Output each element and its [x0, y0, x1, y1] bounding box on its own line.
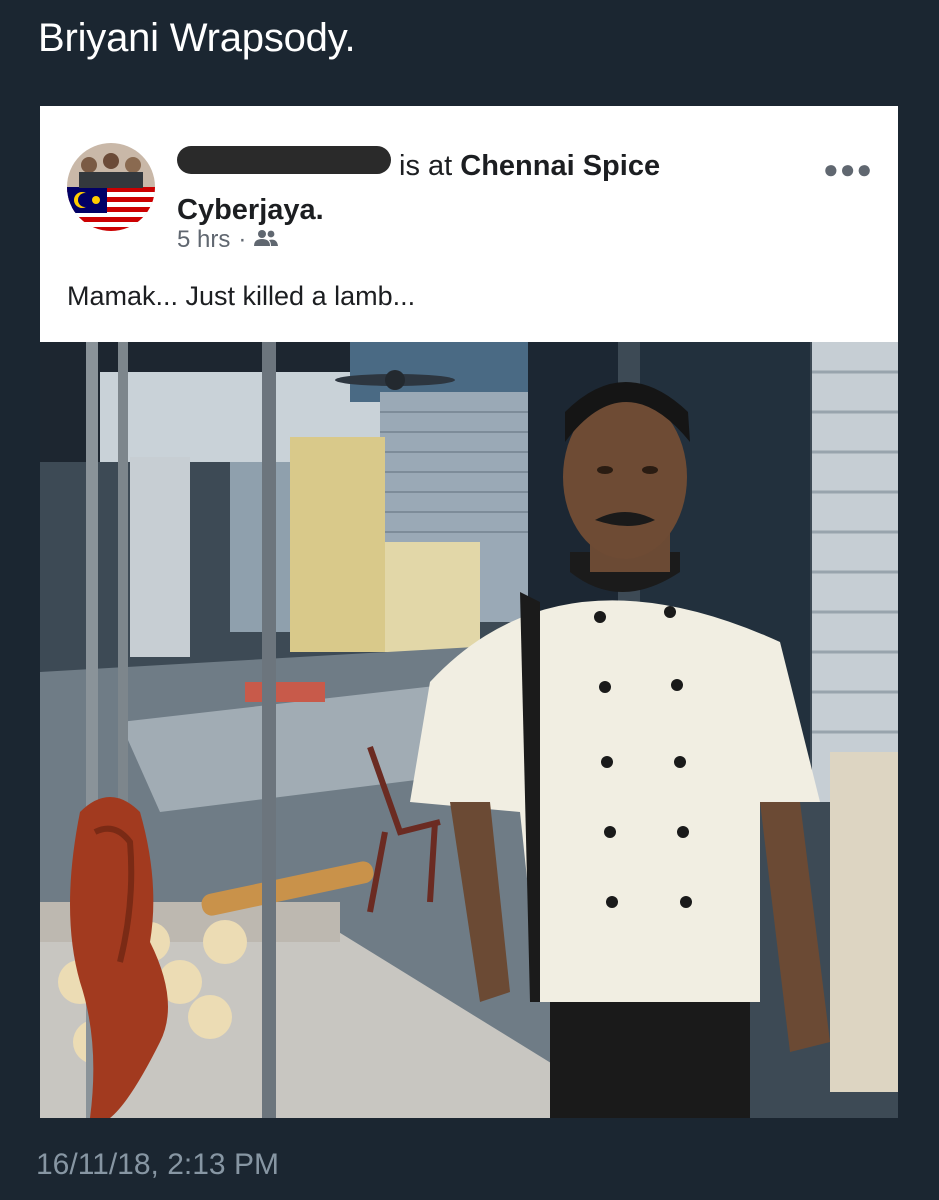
post-text: Mamak... Just killed a lamb... — [67, 281, 416, 311]
more-options-icon[interactable]: ●●● — [823, 154, 873, 185]
tweet-timestamp: 16/11/18, 2:13 PM — [36, 1148, 279, 1181]
avatar[interactable] — [67, 143, 155, 231]
tweet-title: Briyani Wrapsody. — [38, 16, 356, 60]
checkin-line: is at Chennai Spice Cyberjaya. — [177, 144, 817, 232]
flag-icon — [67, 187, 155, 231]
facebook-post-card: is at Chennai Spice Cyberjaya. 5 hrs · ●… — [40, 106, 898, 342]
place-link[interactable]: Chennai Spice — [460, 150, 660, 182]
meta-separator: · — [238, 226, 247, 253]
post-meta: 5 hrs · — [177, 226, 279, 254]
place-link-line2[interactable]: Cyberjaya. — [177, 194, 324, 226]
post-photo[interactable] — [40, 342, 898, 1118]
post-time[interactable]: 5 hrs — [177, 226, 230, 254]
friends-icon[interactable] — [254, 226, 279, 254]
checkin-prefix: is at — [399, 150, 453, 182]
